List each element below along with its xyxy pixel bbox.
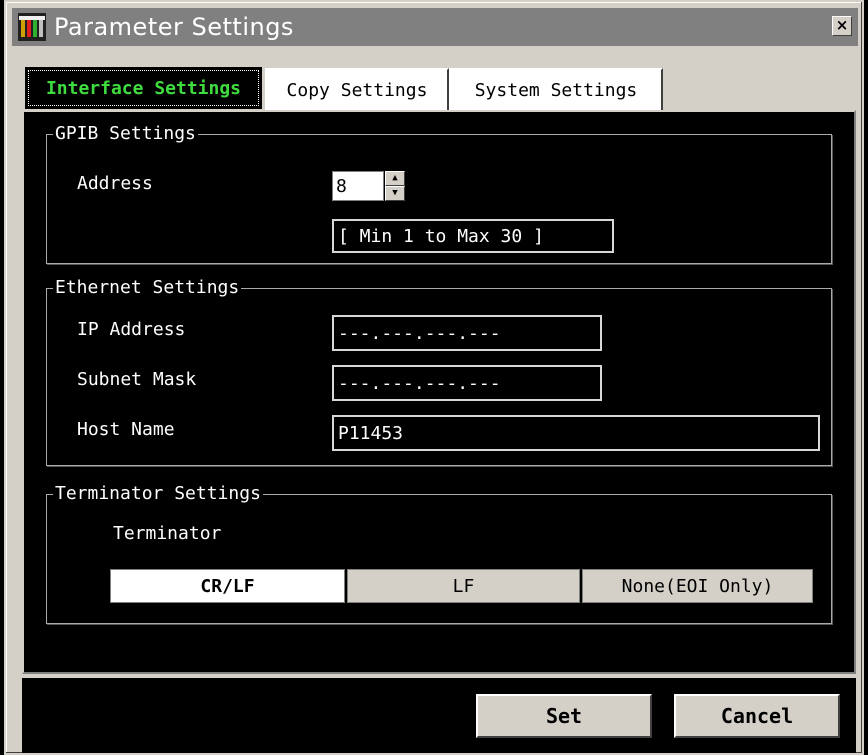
title-bar[interactable]: Parameter Settings × [12,8,858,46]
set-button-label: Set [545,704,583,728]
ethernet-settings-legend: Ethernet Settings [53,277,242,298]
terminator-option-crlf[interactable]: CR/LF [110,569,345,603]
subnet-mask-field[interactable]: ---.---.---.--- [332,365,602,401]
ip-address-field[interactable]: ---.---.---.--- [332,315,602,351]
dialog-footer: Set Cancel [22,678,856,753]
gpib-settings-legend: GPIB Settings [53,123,198,144]
tab-label: Copy Settings [286,79,428,101]
tab-bar: Interface Settings Copy Settings System … [22,64,663,112]
interface-settings-panel: GPIB Settings Address 8 ▲ ▼ [ Min 1 to M… [22,110,856,674]
host-name-label: Host Name [77,419,175,440]
ip-address-label: IP Address [77,319,186,340]
address-input[interactable]: 8 [332,171,384,201]
parameter-settings-window: Parameter Settings × Interface Settings … [4,0,864,755]
terminator-option-lf[interactable]: LF [347,569,580,603]
option-label: None(EOI Only) [621,575,774,597]
subnet-mask-value: ---.---.---.--- [338,372,501,394]
subnet-mask-label: Subnet Mask [77,369,197,390]
tab-label: System Settings [474,79,638,101]
gpib-settings-group: GPIB Settings Address 8 ▲ ▼ [ Min 1 to M… [46,123,832,264]
address-range-display: [ Min 1 to Max 30 ] [332,219,614,253]
ethernet-settings-group: Ethernet Settings IP Address ---.---.---… [46,277,832,466]
spin-up-icon[interactable]: ▲ [385,171,405,186]
address-range-text: [ Min 1 to Max 30 ] [338,225,544,247]
tab-copy-settings[interactable]: Copy Settings [265,68,449,112]
host-name-field[interactable]: P11453 [332,415,820,451]
tab-interface-settings[interactable]: Interface Settings [22,64,265,112]
wrench-tools-icon [18,13,46,41]
close-button[interactable]: × [832,16,852,36]
close-icon: × [835,16,849,34]
set-button[interactable]: Set [476,694,652,738]
address-value: 8 [336,175,347,197]
window-title: Parameter Settings [54,13,294,41]
cancel-button-label: Cancel [720,704,794,728]
tab-label: Interface Settings [45,77,242,99]
option-label: CR/LF [200,575,255,597]
address-spinner[interactable]: ▲ ▼ [385,171,405,201]
terminator-settings-group: Terminator Settings Terminator CR/LF LF … [46,483,832,624]
spin-down-icon[interactable]: ▼ [385,186,405,201]
terminator-label: Terminator [113,523,222,544]
terminator-settings-legend: Terminator Settings [53,483,263,504]
address-label: Address [77,173,153,194]
host-name-value: P11453 [338,422,404,444]
cancel-button[interactable]: Cancel [674,694,840,738]
ip-address-value: ---.---.---.--- [338,322,501,344]
option-label: LF [452,575,475,597]
terminator-option-none[interactable]: None(EOI Only) [582,569,813,603]
tab-system-settings[interactable]: System Settings [449,68,663,112]
